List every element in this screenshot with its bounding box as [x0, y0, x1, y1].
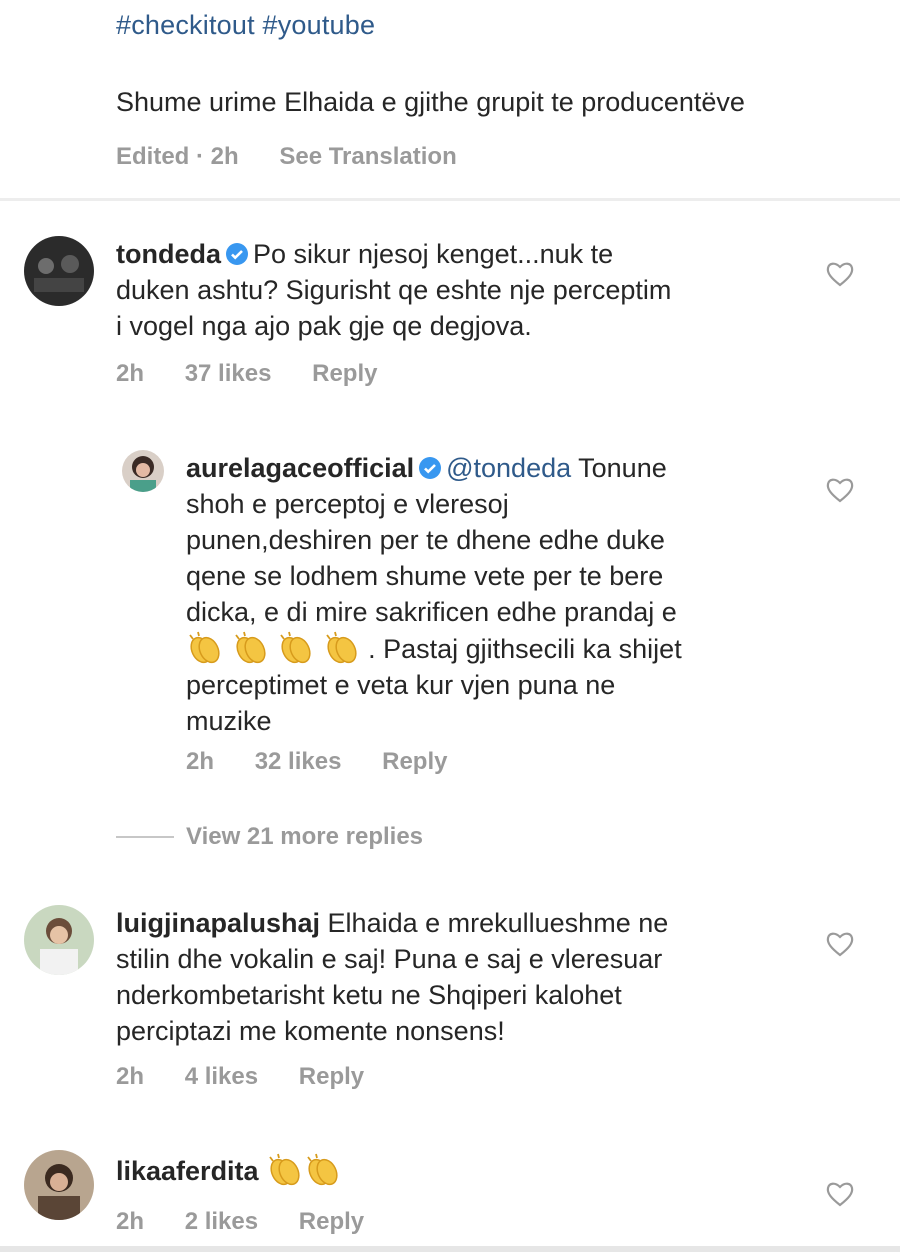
comment-line: stilin dhe vokalin e saj! Puna e saj e v…: [116, 944, 663, 974]
comment-line: qene se lodhem shume vete per te bere: [186, 561, 664, 591]
comment-line: Tonune: [578, 453, 667, 483]
view-more-replies-button[interactable]: View 21 more replies: [186, 823, 423, 851]
avatar-likaaferdita[interactable]: [24, 1150, 94, 1220]
comment-time: 2h: [186, 748, 215, 775]
heart-icon[interactable]: [825, 930, 855, 958]
comment-line: i vogel nga ajo pak gje qe degjova.: [116, 311, 532, 341]
clapping-hands-icon: [234, 631, 266, 664]
comment-line: perciptazi me komente nonsens!: [116, 1016, 505, 1046]
username-tondeda[interactable]: tondeda: [116, 239, 221, 269]
reply-button[interactable]: Reply: [382, 748, 447, 775]
likes-count[interactable]: 4 likes: [185, 1063, 258, 1090]
reply-button[interactable]: Reply: [312, 360, 377, 387]
comment-line: dicka, e di mire sakrificen edhe prandaj…: [186, 597, 677, 627]
section-divider: [0, 198, 900, 201]
caption-text: Shume urime Elhaida e gjithe grupit te p…: [116, 87, 745, 117]
comment-time: 2h: [116, 360, 145, 387]
likes-count[interactable]: 37 likes: [185, 360, 272, 387]
username-aurelagaceofficial[interactable]: aurelagaceofficial: [186, 453, 414, 483]
comment-line: Elhaida e mrekullueshme ne: [327, 908, 669, 938]
username-luigjinapalushaj[interactable]: luigjinapalushaj: [116, 908, 320, 938]
comment-time: 2h: [116, 1208, 145, 1235]
likes-count[interactable]: 2 likes: [185, 1208, 258, 1235]
clapping-hands-icon: [280, 631, 311, 664]
comment-line: shoh e perceptoj e vleresoj: [186, 489, 509, 519]
comment-meta-likaaferdita: 2h 2 likes Reply: [116, 1208, 398, 1236]
comment-tondeda: tondeda Po sikur njesoj kenget...nuk te d…: [116, 236, 796, 344]
comment-time: 2h: [116, 1063, 145, 1090]
caption-hashtags[interactable]: #checkitout #youtube: [116, 10, 375, 41]
mention-link[interactable]: @tondeda: [446, 453, 571, 483]
comment-aurelagaceofficial: aurelagaceofficial @tondeda Tonune shoh e…: [186, 450, 806, 739]
bottom-divider: [0, 1246, 900, 1252]
clapping-hands-icon: [189, 631, 220, 664]
caption-edited: Edited · 2h: [116, 143, 239, 170]
avatar-aurelagaceofficial[interactable]: [122, 450, 164, 492]
heart-icon[interactable]: [825, 476, 855, 504]
likes-count[interactable]: 32 likes: [255, 748, 342, 775]
comment-line: nderkombetarisht ketu ne Shqiperi kalohe…: [116, 980, 622, 1010]
verified-icon: [419, 457, 442, 479]
caption-meta: Edited · 2h See Translation: [116, 143, 491, 171]
clapping-hands-icon: [269, 1153, 300, 1186]
comment-meta-tondeda: 2h 37 likes Reply: [116, 360, 411, 388]
comment-line: perceptimet e veta kur vjen puna ne: [186, 670, 616, 700]
reply-button[interactable]: Reply: [299, 1063, 364, 1090]
comment-line: Po sikur njesoj kenget...nuk te: [253, 239, 614, 269]
avatar-luigjinapalushaj[interactable]: [24, 905, 94, 975]
clapping-hands-icon: [325, 631, 357, 664]
comment-line: duken ashtu? Sigurisht qe eshte nje perc…: [116, 275, 672, 305]
heart-icon[interactable]: [825, 1180, 855, 1208]
username-likaaferdita[interactable]: likaaferdita: [116, 1156, 259, 1186]
clapping-hands-icon: [307, 1153, 338, 1186]
view-replies-line: [116, 836, 174, 838]
comment-meta-luigjinapalushaj: 2h 4 likes Reply: [116, 1063, 398, 1091]
comment-line: muzike: [186, 706, 272, 736]
avatar-tondeda[interactable]: [24, 236, 94, 306]
comment-line: punen,deshiren per te dhene edhe duke: [186, 525, 665, 555]
comment-line: . Pastaj gjithsecili ka shijet: [368, 634, 682, 664]
see-translation-link[interactable]: See Translation: [279, 143, 456, 170]
comment-luigjinapalushaj: luigjinapalushaj Elhaida e mrekullueshme…: [116, 905, 816, 1049]
verified-icon: [226, 243, 248, 265]
comment-meta-aurelagaceofficial: 2h 32 likes Reply: [186, 748, 481, 776]
comment-likaaferdita: likaaferdita: [116, 1152, 796, 1189]
heart-icon[interactable]: [825, 260, 855, 288]
reply-button[interactable]: Reply: [299, 1208, 364, 1235]
